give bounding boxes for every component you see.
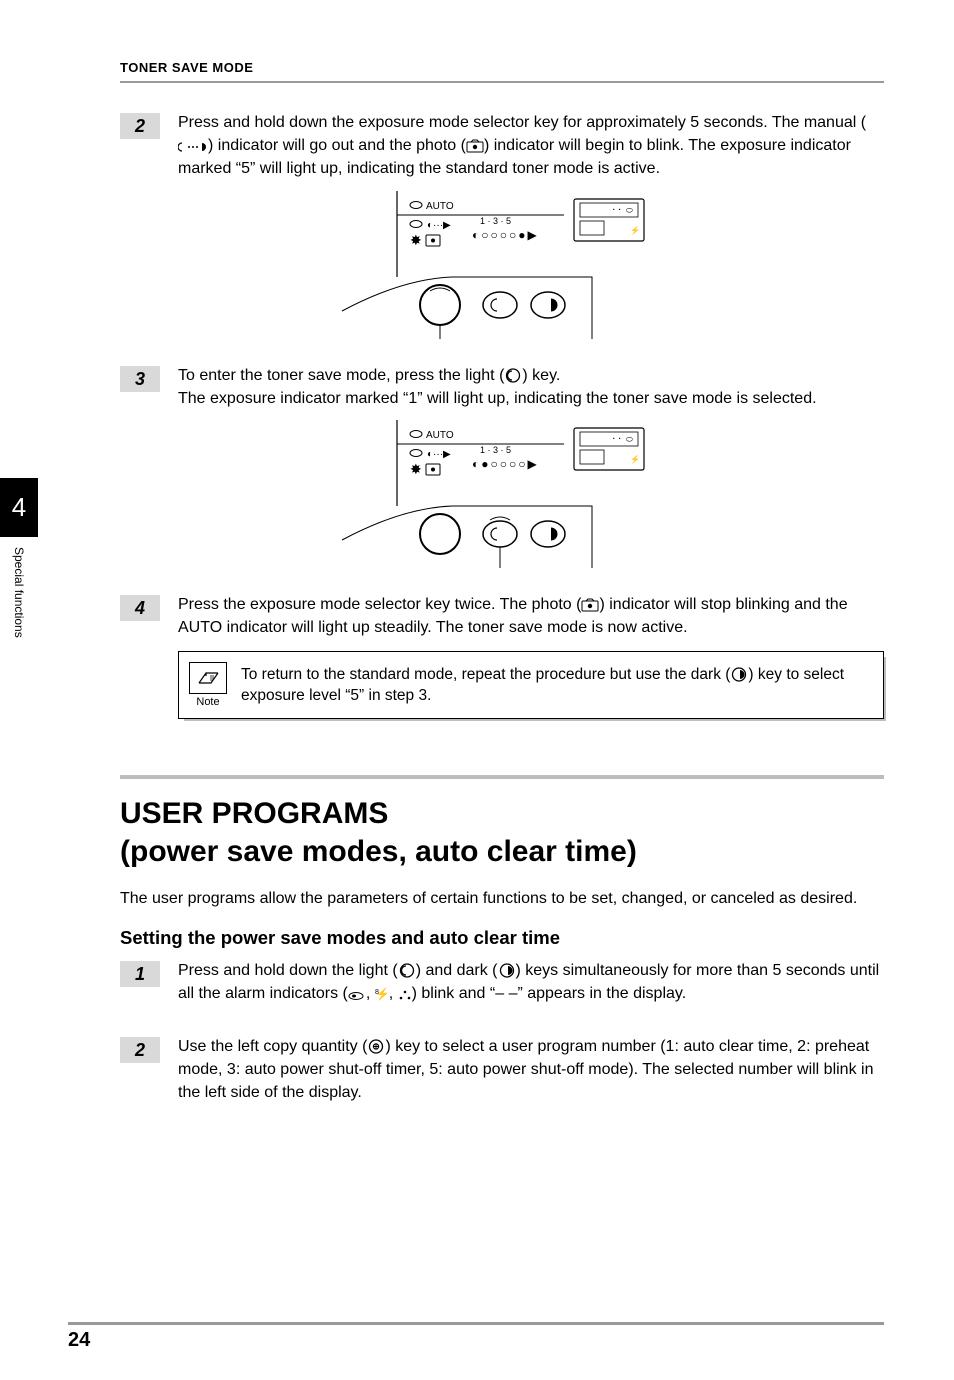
svg-text:⚡: ⚡: [630, 225, 640, 235]
svg-text:1 · 3 · 5: 1 · 3 · 5: [480, 216, 511, 226]
svg-text:⠂⠂ ⬭: ⠂⠂ ⬭: [612, 206, 633, 215]
chapter-label: Special functions: [0, 537, 38, 667]
note-label: Note: [196, 696, 219, 708]
svg-text:8: 8: [375, 989, 379, 996]
svg-text:✸: ✸: [410, 232, 422, 248]
section-intro: The user programs allow the parameters o…: [120, 887, 884, 910]
svg-text:◐●○○○○▶: ◐●○○○○▶: [472, 457, 539, 471]
svg-text:◐···▶: ◐···▶: [427, 220, 451, 231]
note-text: To return to the standard mode, repeat t…: [241, 664, 869, 707]
svg-text:AUTO: AUTO: [426, 201, 454, 212]
note-box: Note To return to the standard mode, rep…: [178, 651, 884, 719]
section-rule: [120, 775, 884, 779]
svg-text:✸: ✸: [410, 461, 422, 477]
svg-text:AUTO: AUTO: [426, 430, 454, 441]
step-number: 3: [120, 366, 160, 392]
control-panel-figure: AUTO ◐···▶ ✸ 1 · 3 · 5 ◐●○○○○▶ ⠂⠂ ⬭ ⚡: [120, 420, 884, 575]
running-header: TONER SAVE MODE: [120, 60, 884, 83]
svg-text:◐○○○○●▶: ◐○○○○●▶: [472, 228, 539, 242]
step-body: Press and hold down the exposure mode se…: [178, 111, 884, 181]
section-title: USER PROGRAMS: [120, 797, 884, 831]
side-tab: 4 Special functions: [0, 478, 38, 667]
svg-text:◐···▶: ◐···▶: [427, 449, 451, 460]
section-subtitle: (power save modes, auto clear time): [120, 835, 884, 869]
svg-text:⚡: ⚡: [630, 454, 640, 464]
note-icon: [189, 662, 227, 694]
control-panel-figure: AUTO ◐···▶ ✸ 1 · 3 · 5 ◐○○○○●▶ ⠂⠂ ⬭ ⚡: [120, 191, 884, 346]
step-number: 1: [120, 961, 160, 987]
svg-text:⠂⠂ ⬭: ⠂⠂ ⬭: [612, 435, 633, 444]
step-body: Press the exposure mode selector key twi…: [178, 593, 884, 639]
step-number: 2: [120, 1037, 160, 1063]
chapter-number: 4: [0, 478, 38, 537]
step-body: Use the left copy quantity () key to sel…: [178, 1035, 884, 1105]
step-number: 2: [120, 113, 160, 139]
section-subhead: Setting the power save modes and auto cl…: [120, 927, 884, 949]
svg-text:1 · 3 · 5: 1 · 3 · 5: [480, 445, 511, 455]
step-body: To enter the toner save mode, press the …: [178, 364, 884, 410]
step-body: Press and hold down the light () and dar…: [178, 959, 884, 1005]
step-number: 4: [120, 595, 160, 621]
